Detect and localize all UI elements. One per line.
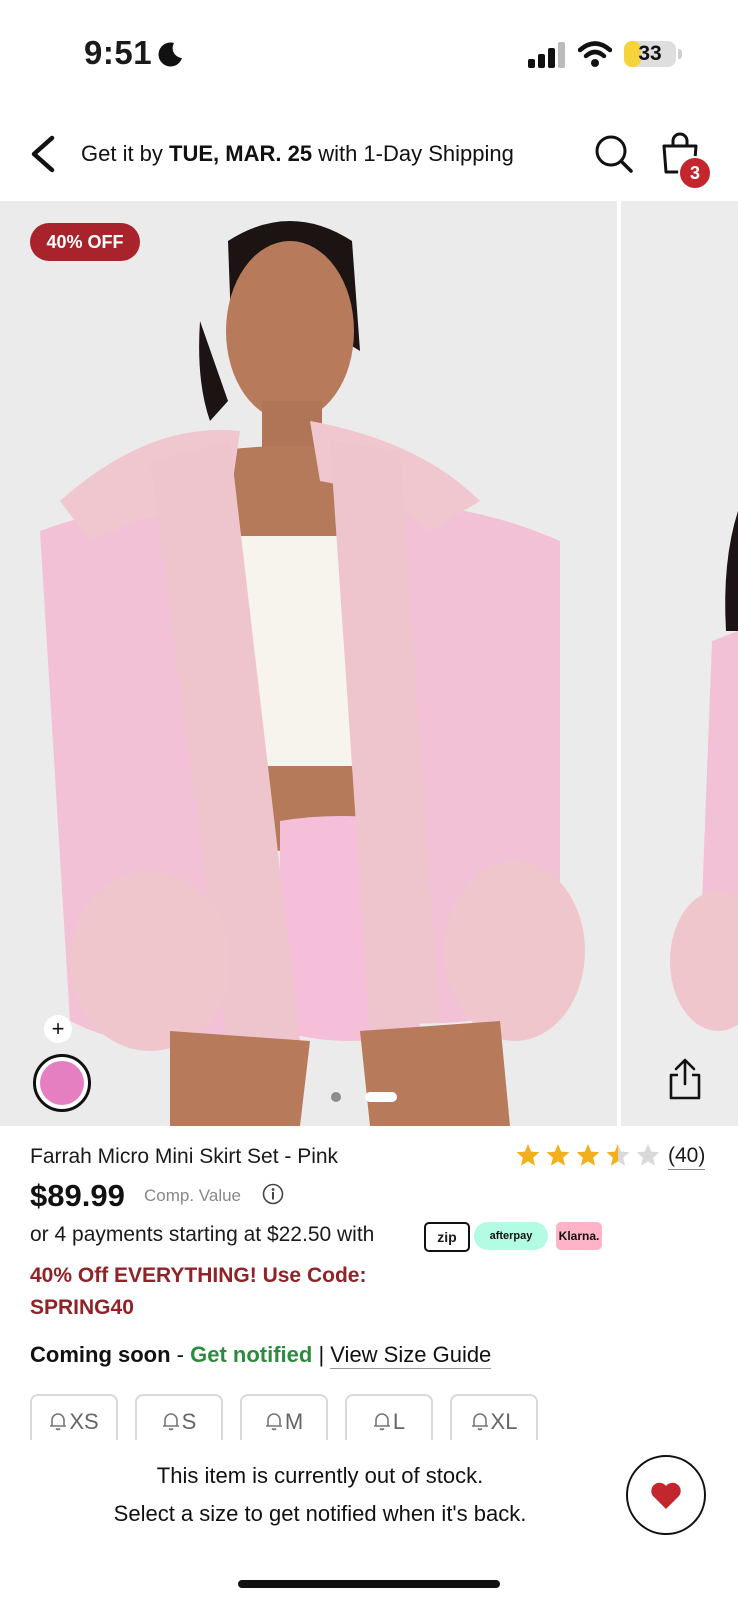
product-image-gallery[interactable] xyxy=(0,201,738,1126)
promo-line-1: 40% Off EVERYTHING! Use Code: xyxy=(30,1264,367,1287)
availability-row: Coming soon - Get notified | View Size G… xyxy=(30,1342,492,1369)
color-swatch-pink[interactable] xyxy=(33,1054,91,1112)
promo-code: SPRING40 xyxy=(30,1296,134,1319)
size-label: L xyxy=(392,1409,406,1434)
size-option-m[interactable]: M xyxy=(240,1394,328,1442)
size-guide-link[interactable]: View Size Guide xyxy=(330,1342,492,1369)
battery-nub xyxy=(678,49,682,59)
coming-soon-label: Coming soon xyxy=(30,1342,171,1367)
wishlist-button[interactable] xyxy=(625,1454,733,1536)
star-icon xyxy=(606,1144,630,1166)
product-photo xyxy=(0,201,738,1126)
size-selector: XS S M L XL xyxy=(30,1394,590,1442)
size-label: XL xyxy=(490,1409,518,1434)
out-of-stock-message: This item is currently out of stock. xyxy=(156,1463,484,1488)
moon-icon xyxy=(158,42,182,67)
shipping-date: TUE, MAR. 25 xyxy=(169,141,313,166)
size-label: M xyxy=(284,1409,304,1434)
size-option-s[interactable]: S xyxy=(135,1394,223,1442)
carousel-dot[interactable] xyxy=(331,1092,341,1102)
star-icon xyxy=(576,1144,600,1166)
size-option-xs[interactable]: XS xyxy=(30,1394,118,1442)
slide-divider xyxy=(617,201,621,1126)
back-arrow-icon[interactable] xyxy=(28,134,58,174)
bell-icon xyxy=(162,1413,179,1431)
carousel-dots[interactable] xyxy=(326,1091,416,1103)
zip-pay-badge[interactable]: zip xyxy=(424,1222,470,1252)
size-option-xl[interactable]: XL xyxy=(450,1394,538,1442)
promo-message: 40% Off EVERYTHING! Use Code: SPRING40 xyxy=(30,1260,410,1324)
battery-percent: 33 xyxy=(638,42,662,65)
shipping-suffix: with 1-Day Shipping xyxy=(312,141,514,166)
bell-icon xyxy=(471,1413,488,1431)
battery-indicator: 33 xyxy=(624,41,676,67)
info-icon[interactable] xyxy=(262,1183,284,1205)
afterpay-badge[interactable]: afterpay xyxy=(474,1222,548,1250)
bell-icon xyxy=(265,1413,282,1431)
size-option-l[interactable]: L xyxy=(345,1394,433,1442)
dash-separator: - xyxy=(170,1342,191,1367)
cart-count-badge: 3 xyxy=(678,156,712,190)
star-icon xyxy=(636,1144,660,1166)
star-rating[interactable] xyxy=(516,1142,664,1170)
notify-instruction: Select a size to get notified when it's … xyxy=(113,1501,527,1526)
bell-icon xyxy=(50,1413,67,1431)
get-notified-link[interactable]: Get notified xyxy=(190,1342,312,1367)
cellular-signal-icon xyxy=(528,42,565,68)
status-time: 9:51 xyxy=(84,34,153,71)
product-name: Farrah Micro Mini Skirt Set - Pink xyxy=(30,1145,339,1168)
review-count-link[interactable]: (40) xyxy=(668,1144,706,1170)
klarna-badge[interactable]: Klarna. xyxy=(556,1222,602,1250)
add-swatch-button[interactable]: + xyxy=(44,1015,72,1043)
size-label: S xyxy=(181,1409,197,1434)
discount-badge: 40% OFF xyxy=(30,223,140,261)
size-label: XS xyxy=(69,1409,99,1434)
pipe-separator: | xyxy=(312,1342,331,1367)
installments-text: or 4 payments starting at $22.50 with xyxy=(30,1223,375,1246)
comp-value-label: Comp. Value xyxy=(144,1186,242,1205)
star-icon xyxy=(516,1144,540,1166)
bell-icon xyxy=(373,1413,390,1431)
star-icon xyxy=(546,1144,570,1166)
search-icon[interactable] xyxy=(594,134,634,174)
share-icon[interactable] xyxy=(666,1058,704,1100)
shipping-prefix: Get it by xyxy=(81,141,170,166)
wifi-icon xyxy=(578,41,612,67)
swatch-color xyxy=(40,1061,84,1105)
shipping-banner: Get it by TUE, MAR. 25 with 1-Day Shippi… xyxy=(81,141,514,167)
carousel-dot[interactable] xyxy=(365,1092,397,1102)
product-price: $89.99 xyxy=(30,1178,125,1213)
home-indicator[interactable] xyxy=(238,1580,500,1588)
